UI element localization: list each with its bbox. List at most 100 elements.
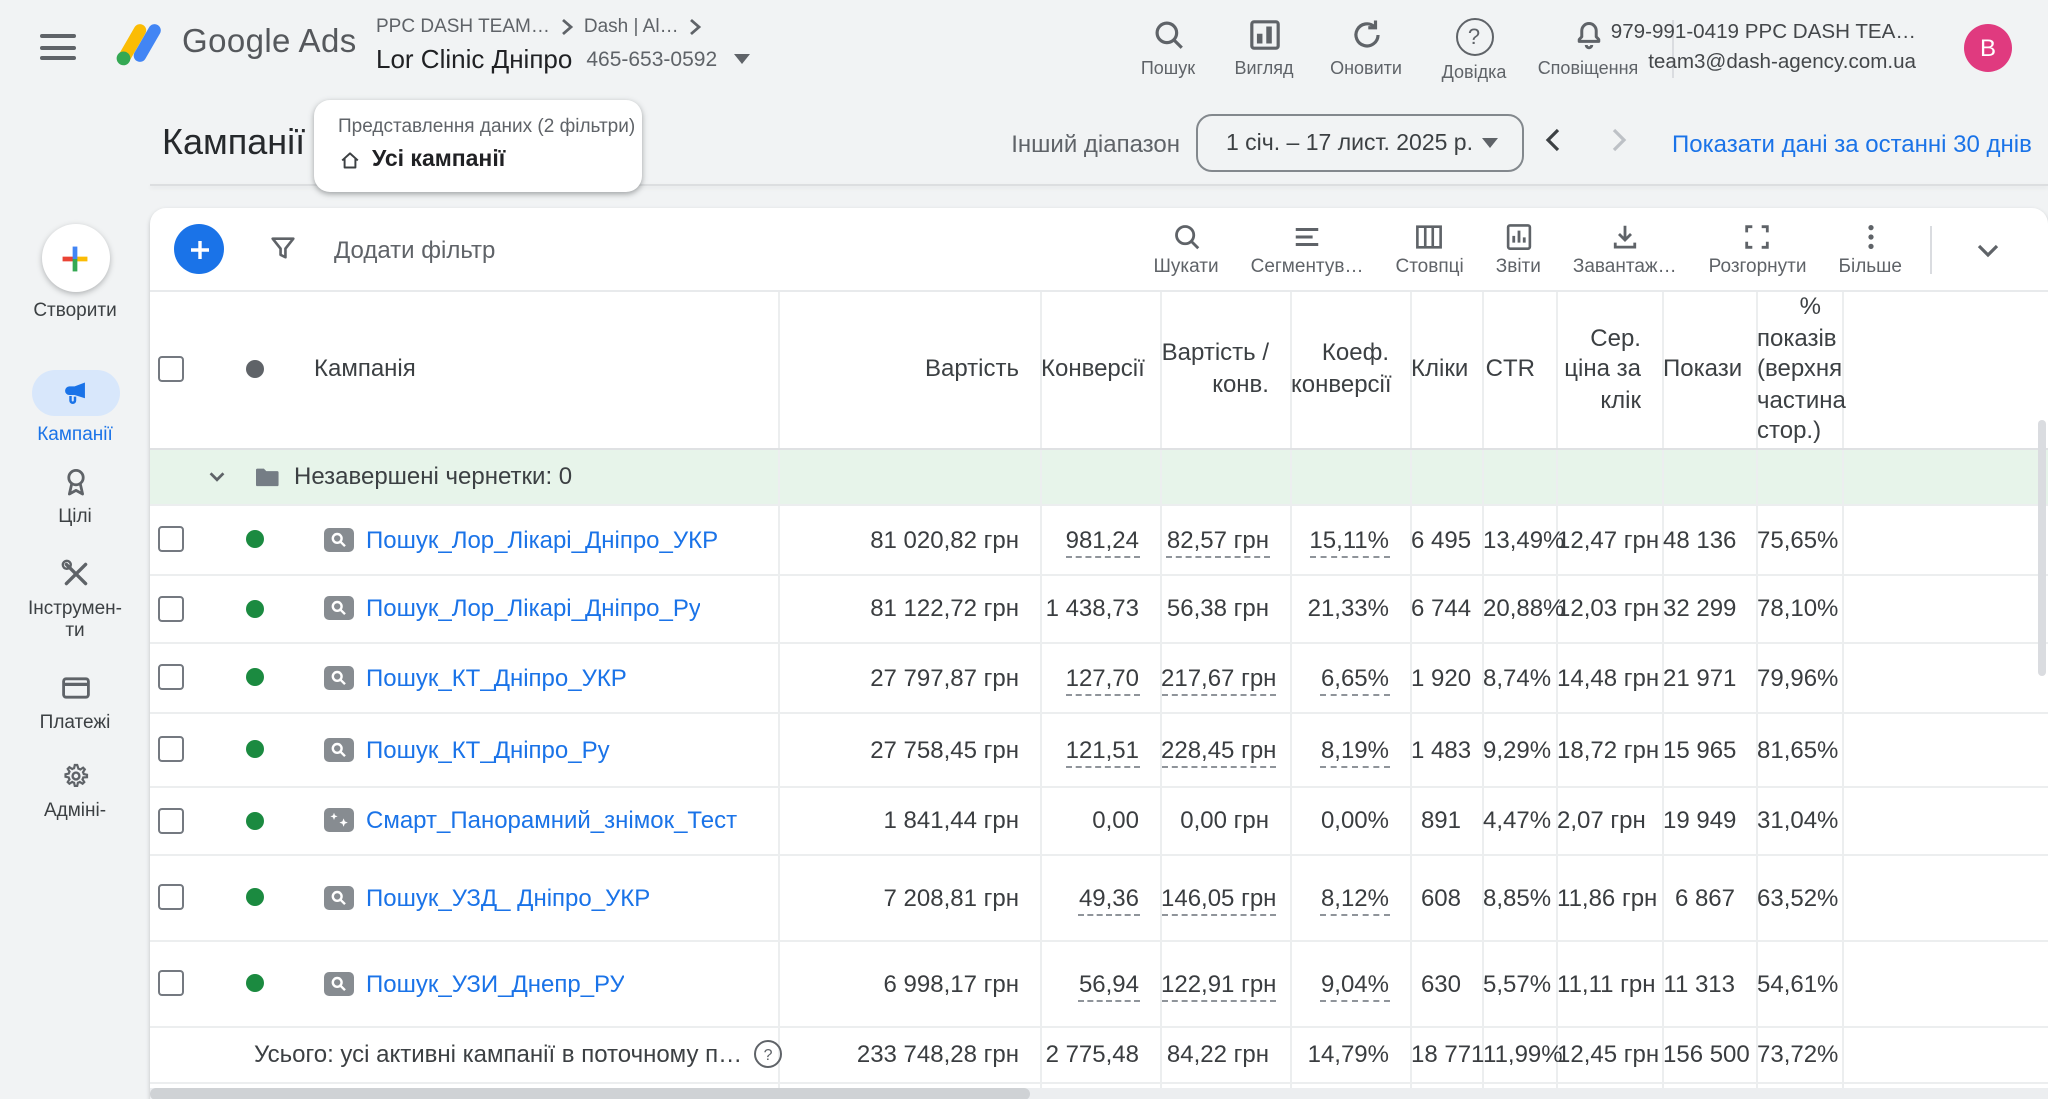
status-filter-dot[interactable] bbox=[246, 361, 264, 379]
column-header-cost[interactable]: Вартість bbox=[778, 292, 1040, 449]
campaign-link[interactable]: Пошук_КТ_Дніпро_УКР bbox=[366, 664, 627, 692]
avatar[interactable]: B bbox=[1964, 24, 2012, 72]
status-enabled-dot[interactable] bbox=[246, 741, 264, 759]
column-header-impressions[interactable]: Покази bbox=[1662, 292, 1756, 449]
column-header-clicks[interactable]: Кліки bbox=[1410, 292, 1482, 449]
row-checkbox[interactable] bbox=[158, 885, 184, 911]
collapse-drafts-icon[interactable] bbox=[206, 466, 228, 488]
sidebar-create-button[interactable]: Створити bbox=[0, 224, 150, 322]
segment-button[interactable]: Сегментув… bbox=[1251, 221, 1364, 277]
date-range-caption: Інший діапазон bbox=[1000, 130, 1180, 158]
column-header-campaign[interactable]: Кампанія bbox=[314, 354, 416, 385]
data-view-chip-caption: Представлення даних (2 фільтри) bbox=[338, 116, 642, 138]
breadcrumb-item-manager[interactable]: PPC DASH TEAM… bbox=[376, 16, 550, 38]
table-header-row: Кампанія Вартість Конверсії Вартість / к… bbox=[150, 292, 2048, 449]
sidebar-item-campaigns[interactable]: Кампанії bbox=[0, 370, 150, 446]
campaign-link[interactable]: Пошук_Лор_Лікарі_Дніпро_УКР bbox=[366, 526, 718, 554]
smart-campaign-icon bbox=[324, 809, 354, 833]
row-checkbox[interactable] bbox=[158, 808, 184, 834]
sidebar-item-admin[interactable]: Адміні- bbox=[0, 760, 150, 822]
appearance-chart-icon bbox=[1247, 18, 1281, 52]
bell-icon bbox=[1571, 18, 1605, 52]
show-last-30-days-link[interactable]: Показати дані за останні 30 днів bbox=[1672, 130, 2032, 158]
row-checkbox[interactable] bbox=[158, 596, 184, 622]
column-header-cost-per-conv[interactable]: Вартість / конв. bbox=[1160, 292, 1290, 449]
horizontal-scrollbar-thumb[interactable] bbox=[150, 1088, 1030, 1099]
sidebar-item-billing[interactable]: Платежі bbox=[0, 672, 150, 734]
account-selector[interactable]: Lor Clinic Дніпро 465-653-0592 bbox=[376, 44, 749, 74]
date-range-value: 1 січ. – 17 лист. 2025 р. bbox=[1226, 131, 1473, 155]
row-checkbox[interactable] bbox=[158, 527, 184, 553]
chevron-down-icon bbox=[733, 54, 749, 64]
select-all-checkbox[interactable] bbox=[158, 357, 184, 383]
drafts-label: Незавершені чернетки: 0 bbox=[294, 463, 572, 491]
more-button[interactable]: Більше bbox=[1839, 221, 1903, 277]
topbar-help-button[interactable]: Довідка bbox=[1410, 18, 1538, 82]
download-button[interactable]: Завантаж… bbox=[1573, 221, 1677, 277]
totals-label: Усього: усі активні кампанії в поточному… bbox=[254, 1041, 742, 1069]
search-campaign-icon bbox=[324, 597, 354, 621]
horizontal-scrollbar-track bbox=[150, 1088, 2048, 1099]
sidebar: Створити Кампанії Цілі Інструмен-ти Плат bbox=[0, 98, 150, 1099]
expand-button[interactable]: Розгорнути bbox=[1709, 221, 1807, 277]
date-range-picker[interactable]: 1 січ. – 17 лист. 2025 р. bbox=[1196, 114, 1524, 172]
status-enabled-dot[interactable] bbox=[246, 600, 264, 618]
column-header-impr-top[interactable]: % показів (верхня частина стор.) bbox=[1756, 292, 1842, 449]
status-enabled-dot[interactable] bbox=[246, 669, 264, 687]
gear-icon bbox=[59, 760, 91, 792]
data-view-chip[interactable]: Представлення даних (2 фільтри) Усі камп… bbox=[314, 100, 642, 192]
sidebar-item-goals[interactable]: Цілі bbox=[0, 466, 150, 528]
reports-button[interactable]: Звіти bbox=[1496, 221, 1541, 277]
table-row: Смарт_Панорамний_знімок_Тест 1 841,44 гр… bbox=[150, 787, 2048, 855]
campaign-link[interactable]: Смарт_Панорамний_знімок_Тест bbox=[366, 807, 737, 835]
more-vertical-icon bbox=[1855, 221, 1885, 251]
campaign-link[interactable]: Пошук_КТ_Дніпро_Ру bbox=[366, 736, 610, 764]
column-header-avg-cpc[interactable]: Сер. ціна за клік bbox=[1556, 292, 1662, 449]
row-checkbox[interactable] bbox=[158, 665, 184, 691]
search-icon bbox=[1151, 18, 1185, 52]
data-view-chip-value: Усі кампанії bbox=[372, 148, 505, 172]
breadcrumb-item-subaccount[interactable]: Dash | Al… bbox=[584, 16, 679, 38]
campaign-link[interactable]: Пошук_УЗД_ Дніпро_УКР bbox=[366, 884, 650, 912]
add-filter-label[interactable]: Додати фільтр bbox=[334, 235, 495, 263]
chevron-down-icon bbox=[1482, 138, 1498, 148]
status-enabled-dot[interactable] bbox=[246, 975, 264, 993]
table-row: Пошук_КТ_Дніпро_УКР 27 797,87 грн 127,70… bbox=[150, 643, 2048, 713]
plus-icon bbox=[187, 237, 211, 261]
column-header-conversions[interactable]: Конверсії bbox=[1040, 292, 1160, 449]
column-header-ctr[interactable]: CTR bbox=[1482, 292, 1556, 449]
help-icon bbox=[1455, 18, 1493, 56]
campaign-link[interactable]: Пошук_УЗИ_Днепр_РУ bbox=[366, 970, 625, 998]
table-search-button[interactable]: Шукати bbox=[1153, 221, 1218, 277]
campaign-link[interactable]: Пошук_Лор_Лікарі_Дніпро_Ру bbox=[366, 595, 701, 623]
column-header-conv-rate[interactable]: Коеф. конверсії bbox=[1290, 292, 1410, 449]
credit-card-icon bbox=[59, 672, 91, 704]
row-checkbox[interactable] bbox=[158, 971, 184, 997]
plus-icon bbox=[41, 224, 109, 292]
columns-button[interactable]: Стовпці bbox=[1395, 221, 1463, 277]
google-ads-logo-icon bbox=[116, 20, 166, 66]
search-campaign-icon bbox=[324, 972, 354, 996]
add-campaign-button[interactable] bbox=[174, 224, 224, 274]
status-enabled-dot[interactable] bbox=[246, 531, 264, 549]
google-ads-logo: Google Ads bbox=[116, 20, 357, 66]
sidebar-item-tools[interactable]: Інструмен-ти bbox=[0, 558, 150, 642]
account-id: 465-653-0592 bbox=[586, 47, 717, 71]
table-row: Пошук_УЗД_ Дніпро_УКР 7 208,81 грн 49,36… bbox=[150, 855, 2048, 941]
folder-icon bbox=[254, 466, 280, 488]
main-menu-icon[interactable] bbox=[40, 34, 76, 62]
next-period-button[interactable] bbox=[1604, 126, 1632, 154]
signed-in-account-info: 979-991-0419 PPC DASH TEA… team3@dash-ag… bbox=[1611, 18, 1916, 78]
tools-icon bbox=[59, 558, 91, 590]
collapse-toolbar-button[interactable] bbox=[1960, 231, 2016, 267]
status-enabled-dot[interactable] bbox=[246, 812, 264, 830]
status-enabled-dot[interactable] bbox=[246, 889, 264, 907]
report-chart-icon bbox=[1503, 221, 1533, 251]
table-row: Пошук_Лор_Лікарі_Дніпро_Ру 81 122,72 грн… bbox=[150, 575, 2048, 643]
vertical-scrollbar[interactable] bbox=[2038, 420, 2046, 676]
filter-icon[interactable] bbox=[268, 234, 298, 264]
manager-account-id: 979-991-0419 PPC DASH TEA… bbox=[1611, 18, 1916, 48]
row-checkbox[interactable] bbox=[158, 737, 184, 763]
previous-period-button[interactable] bbox=[1540, 126, 1568, 154]
refresh-icon bbox=[1349, 18, 1383, 52]
